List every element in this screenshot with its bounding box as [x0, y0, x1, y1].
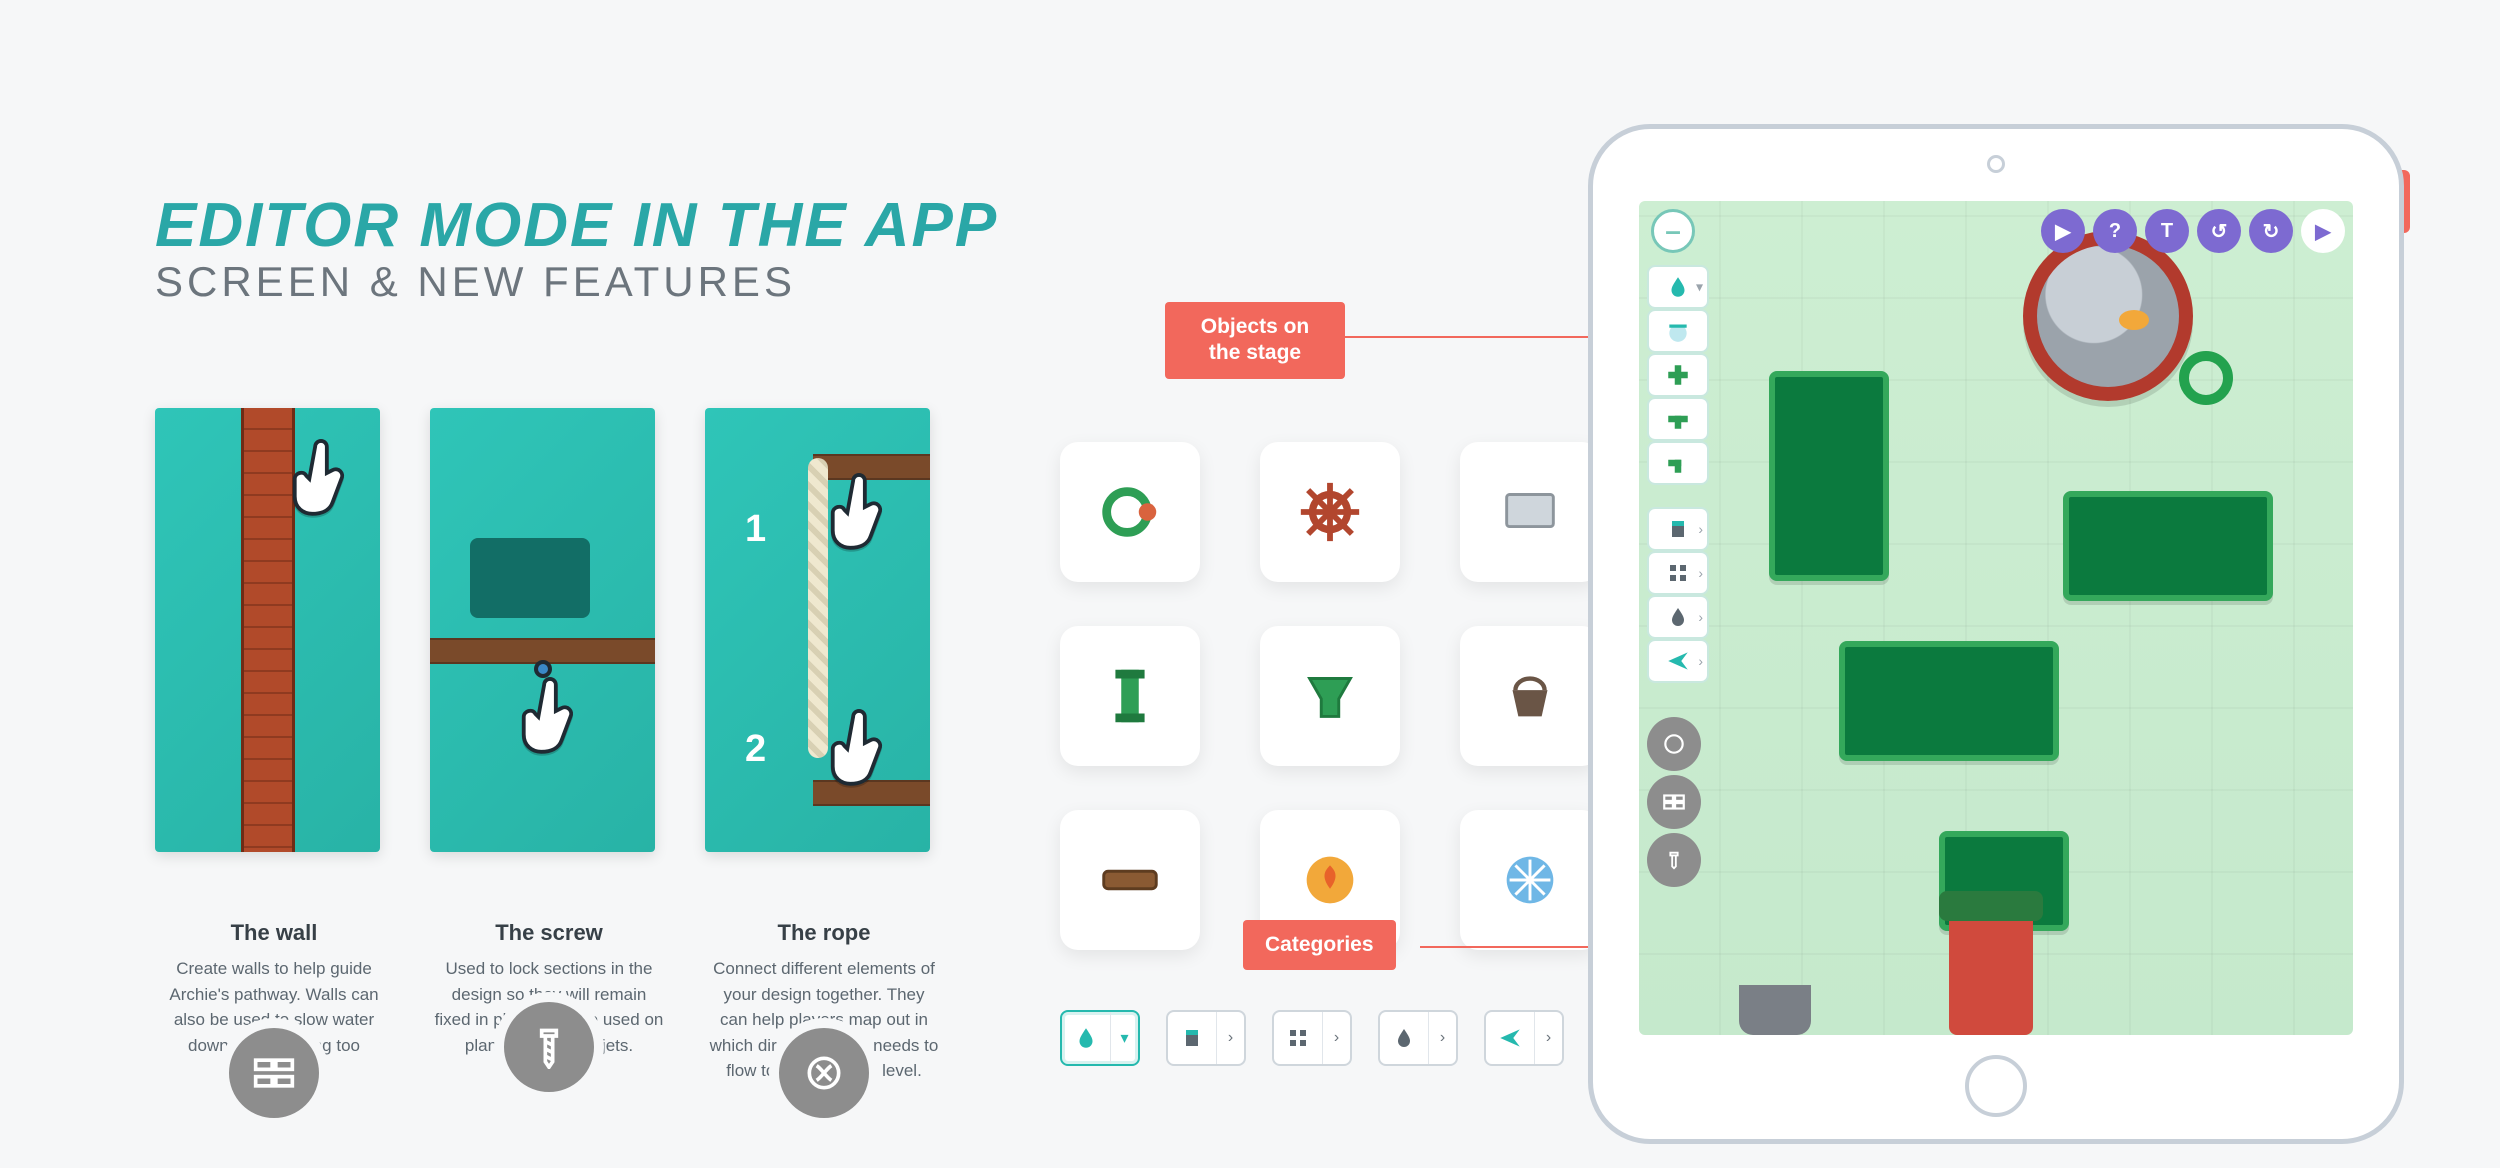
flame-drop-icon	[1380, 1010, 1428, 1066]
wood-plank-icon[interactable]	[1060, 810, 1200, 950]
chevron-right-icon: ›	[1698, 653, 1703, 669]
category-row: ▾ › › › ›	[1060, 1010, 1564, 1066]
chevron-right-icon: ›	[1698, 609, 1703, 625]
object-palette	[1060, 442, 1610, 960]
send-icon	[1486, 1010, 1534, 1066]
editor-toolbar: ▶?T↺↻▶	[2041, 209, 2345, 253]
rope-badge	[769, 1018, 879, 1128]
sidebar-blocks-grid-icon[interactable]: ›	[1647, 551, 1709, 595]
ship-wheel-icon[interactable]	[1260, 442, 1400, 582]
screen-panel-icon[interactable]	[1460, 442, 1600, 582]
screw-icon	[527, 1025, 571, 1069]
feature-rope-tile: 1 2	[705, 408, 930, 852]
rope-icon	[802, 1051, 846, 1095]
bucket-icon[interactable]	[1460, 626, 1600, 766]
bricks-icon	[252, 1051, 296, 1095]
fish-icon	[2119, 310, 2149, 330]
sidebar-send-icon[interactable]: ›	[1647, 639, 1709, 683]
stage-block[interactable]	[2063, 491, 2273, 601]
sidebar-rope-icon[interactable]	[1647, 717, 1701, 771]
stage-block[interactable]	[1839, 641, 2059, 761]
chevron-right-icon: ▾	[1110, 1012, 1138, 1064]
screw-badge	[494, 992, 604, 1102]
chevron-right-icon: ›	[1216, 1012, 1244, 1064]
page-title: EDITOR MODE IN THE APP	[155, 190, 998, 261]
tap-hand-icon	[286, 438, 356, 518]
feature-screw-tile	[430, 408, 655, 852]
category-flame-drop-icon[interactable]: ›	[1378, 1010, 1458, 1066]
feature-wall-tile	[155, 408, 380, 852]
funnel-icon[interactable]	[1260, 626, 1400, 766]
ice-gear-icon[interactable]	[1460, 810, 1600, 950]
categories-label: Categories	[1243, 920, 1396, 970]
page-subtitle: SCREEN & NEW FEATURES	[155, 258, 796, 306]
blocks-grid-icon	[1274, 1010, 1322, 1066]
objects-label: Objects on the stage	[1165, 302, 1345, 379]
chevron-right-icon: ›	[1698, 565, 1703, 581]
tap-hand-icon	[515, 676, 585, 756]
sidebar-cross-pipe-icon[interactable]	[1647, 353, 1709, 397]
feature-rope-title: The rope	[705, 920, 943, 946]
pipe-segment-icon[interactable]	[1060, 626, 1200, 766]
container-icon	[1168, 1010, 1216, 1066]
sidebar-fishbowl-icon[interactable]	[1647, 309, 1709, 353]
valve-handle[interactable]	[2179, 351, 2233, 405]
chevron-right-icon: ›	[1698, 521, 1703, 537]
sidebar-elbow-pipe-icon[interactable]	[1647, 441, 1709, 485]
sidebar-bricks-icon[interactable]	[1647, 775, 1701, 829]
chevron-right-icon: ›	[1534, 1012, 1562, 1064]
tablet-frame: – ▾ ›››› ▶?T↺↻▶	[1588, 124, 2404, 1144]
chevron-right-icon: ›	[1322, 1012, 1350, 1064]
chevron-down-icon: ▾	[1696, 279, 1703, 296]
water-drop-icon	[1062, 1010, 1110, 1066]
rope-step-1: 1	[745, 508, 766, 551]
tablet-home-button[interactable]	[1965, 1055, 2027, 1117]
category-send-icon[interactable]: ›	[1484, 1010, 1564, 1066]
feature-wall-title: The wall	[155, 920, 393, 946]
sidebar-water-drop-icon[interactable]: ▾	[1647, 265, 1709, 309]
chevron-right-icon: ›	[1428, 1012, 1456, 1064]
water-tube[interactable]	[1949, 905, 2033, 1035]
redo-icon[interactable]: ↻	[2249, 209, 2293, 253]
water-wheel-icon[interactable]	[1060, 442, 1200, 582]
wall-badge	[219, 1018, 329, 1128]
feature-screw-title: The screw	[430, 920, 668, 946]
sidebar-flame-drop-icon[interactable]: ›	[1647, 595, 1709, 639]
category-water-drop-icon[interactable]: ▾	[1060, 1010, 1140, 1066]
stage-block[interactable]	[1769, 371, 1889, 581]
rope-step-2: 2	[745, 728, 766, 771]
editor-stage[interactable]: – ▾ ›››› ▶?T↺↻▶	[1639, 201, 2353, 1035]
category-container-icon[interactable]: ›	[1166, 1010, 1246, 1066]
tablet-camera	[1987, 155, 2005, 173]
tap-hand-icon	[824, 472, 894, 552]
undo-icon[interactable]: ↺	[2197, 209, 2241, 253]
sidebar-t-pipe-icon[interactable]	[1647, 397, 1709, 441]
sidebar-container-icon[interactable]: ›	[1647, 507, 1709, 551]
target-icon[interactable]: ▶	[2041, 209, 2085, 253]
editor-sidebar: – ▾ › › › ›	[1647, 209, 1715, 887]
fishbowl-goal[interactable]	[2023, 231, 2193, 401]
play-button[interactable]: ▶	[2301, 209, 2345, 253]
category-blocks-grid-icon[interactable]: ›	[1272, 1010, 1352, 1066]
collector-basket[interactable]	[1739, 985, 1811, 1035]
tap-hand-icon	[824, 708, 894, 788]
collapse-button[interactable]: –	[1651, 209, 1695, 253]
hammer-icon[interactable]: T	[2145, 209, 2189, 253]
sidebar-screw-icon[interactable]	[1647, 833, 1701, 887]
help-icon[interactable]: ?	[2093, 209, 2137, 253]
